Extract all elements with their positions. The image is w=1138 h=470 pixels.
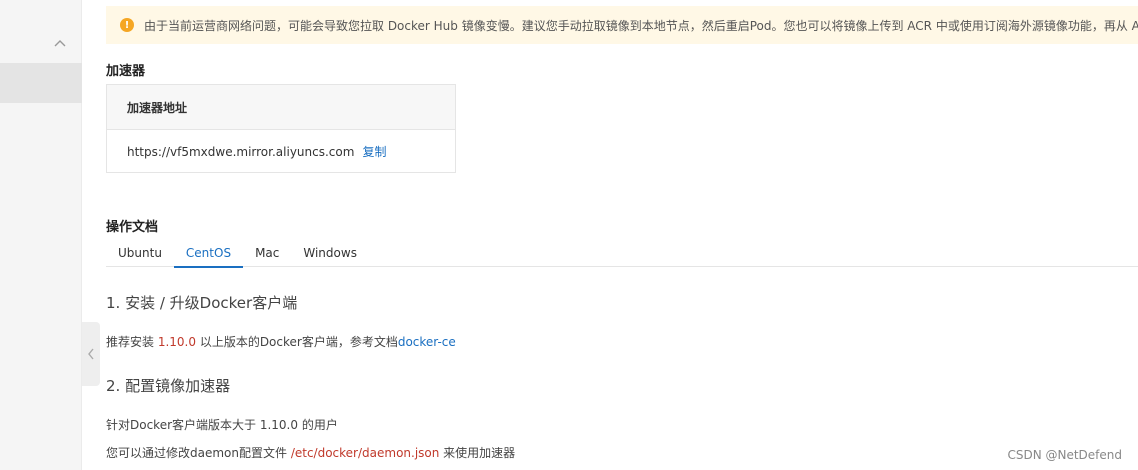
tab-mac[interactable]: Mac xyxy=(243,240,291,267)
step2-line2-before: 您可以通过修改daemon配置文件 xyxy=(106,446,291,460)
tab-windows[interactable]: Windows xyxy=(291,240,369,267)
daemon-json-path: /etc/docker/daemon.json xyxy=(290,446,440,460)
accelerator-title: 加速器 xyxy=(106,64,146,79)
tab-ubuntu[interactable]: Ubuntu xyxy=(106,240,174,267)
os-tabs: Ubuntu CentOS Mac Windows xyxy=(106,240,1138,268)
warning-icon: ! xyxy=(120,18,134,32)
step1-text-before: 推荐安装 xyxy=(106,335,158,349)
step1-heading: 1. 安装 / 升级Docker客户端 xyxy=(106,294,298,312)
step2-line1: 针对Docker客户端版本大于 1.10.0 的用户 xyxy=(106,418,338,432)
step1-text: 推荐安装 1.10.0 以上版本的Docker客户端，参考文档docker-ce xyxy=(106,333,456,350)
step2-line2-after: 来使用加速器 xyxy=(439,446,516,460)
step1-version: 1.10.0 xyxy=(157,335,196,349)
copy-button[interactable]: 复制 xyxy=(362,143,386,160)
step1-text-middle: 以上版本的Docker客户端，参考文档 xyxy=(196,335,398,349)
accelerator-column-header: 加速器地址 xyxy=(107,85,455,130)
docker-ce-link[interactable]: docker-ce xyxy=(398,335,456,349)
sidebar xyxy=(0,0,82,470)
chevron-up-icon[interactable] xyxy=(52,36,68,52)
network-notice-banner: ! 由于当前运营商网络问题，可能会导致您拉取 Docker Hub 镜像变慢。建… xyxy=(106,6,1138,44)
step2-heading: 2. 配置镜像加速器 xyxy=(106,377,231,395)
accelerator-address: https://vf5mxdwe.mirror.aliyuncs.com xyxy=(127,144,355,159)
sidebar-selected-item[interactable] xyxy=(0,63,82,103)
notice-text: 由于当前运营商网络问题，可能会导致您拉取 Docker Hub 镜像变慢。建议您… xyxy=(144,18,1138,33)
accelerator-row: https://vf5mxdwe.mirror.aliyuncs.com 复制 xyxy=(107,130,455,173)
csdn-watermark: CSDN @NetDefend xyxy=(1007,448,1122,462)
step2-line2: 您可以通过修改daemon配置文件 /etc/docker/daemon.jso… xyxy=(106,444,515,461)
docs-title: 操作文档 xyxy=(106,220,159,235)
main-content: ! 由于当前运营商网络问题，可能会导致您拉取 Docker Hub 镜像变慢。建… xyxy=(82,0,1138,470)
tab-centos[interactable]: CentOS xyxy=(173,240,244,268)
accelerator-table: 加速器地址 https://vf5mxdwe.mirror.aliyuncs.c… xyxy=(106,84,456,173)
